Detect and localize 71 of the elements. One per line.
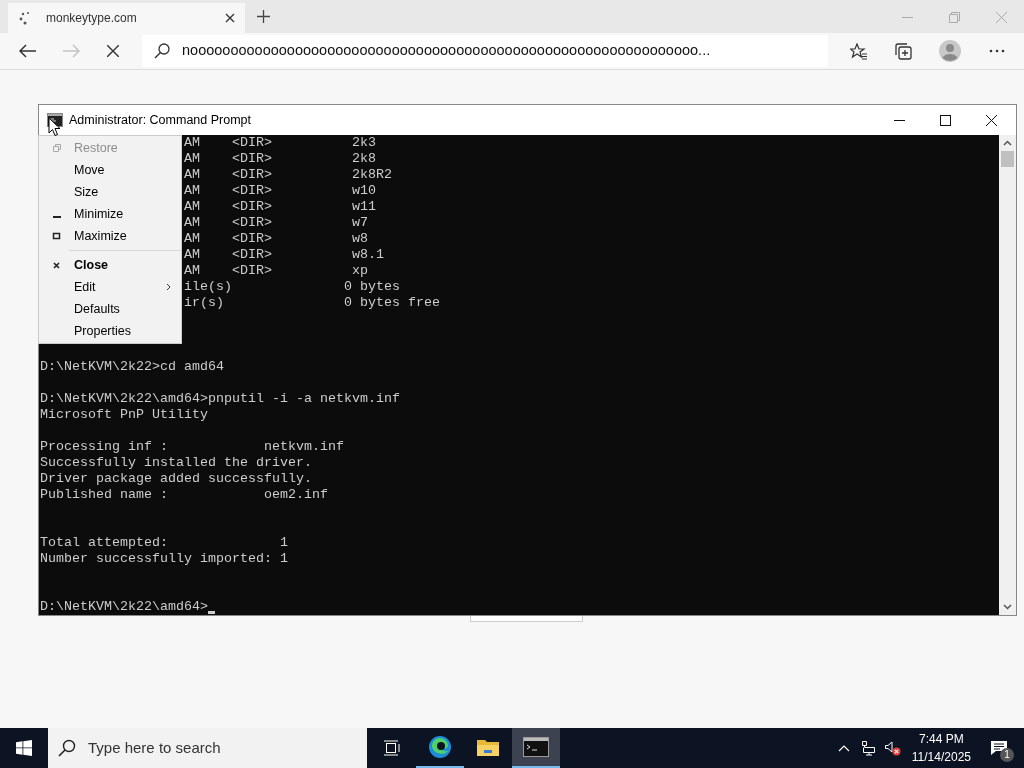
folder-icon xyxy=(476,738,500,758)
back-icon[interactable] xyxy=(19,44,37,58)
window-title: Administrator: Command Prompt xyxy=(69,111,251,129)
clock-time[interactable]: 7:44 PM xyxy=(919,730,964,748)
scroll-up-icon[interactable] xyxy=(1003,140,1012,146)
windows-start-icon[interactable] xyxy=(16,740,32,756)
mouse-pointer-icon xyxy=(48,117,61,137)
console-line: AM <DIR> w11 xyxy=(184,199,376,215)
console-line: Driver package added successfully. xyxy=(40,471,312,487)
menu-item[interactable]: Defaults xyxy=(39,298,181,320)
taskbar-app-button[interactable] xyxy=(512,728,560,768)
task-view-icon xyxy=(383,740,401,756)
console-line: Microsoft PnP Utility xyxy=(40,407,208,423)
scrollbar[interactable] xyxy=(999,135,1016,615)
console-line: Number successfully imported: 1 xyxy=(40,551,288,567)
console-line: D:\NetKVM\2k22>cd amd64 xyxy=(40,359,224,375)
scroll-down-icon[interactable] xyxy=(1003,604,1012,610)
search-icon xyxy=(154,43,170,59)
menu-item[interactable]: Maximize xyxy=(39,225,181,247)
search-placeholder: Type here to search xyxy=(88,737,221,758)
clock-date[interactable]: 11/14/2025 xyxy=(911,748,971,766)
profile-avatar-icon[interactable] xyxy=(939,40,961,62)
console-line: AM <DIR> w8.1 xyxy=(184,247,384,263)
console-line: AM <DIR> 2k8R2 xyxy=(184,167,392,183)
menu-item[interactable]: Edit xyxy=(39,276,181,298)
console-line: AM <DIR> w7 xyxy=(184,215,368,231)
favorites-icon[interactable] xyxy=(850,42,868,60)
console-line: Total attempted: 1 xyxy=(40,535,288,551)
menu-item[interactable]: Properties xyxy=(39,320,181,342)
tab-title: monkeytype.com xyxy=(46,10,138,27)
notification-button[interactable]: 1 xyxy=(984,733,1014,763)
maximize-icon[interactable] xyxy=(940,114,951,126)
menu-item[interactable]: Close xyxy=(39,254,181,276)
chevron-up-icon[interactable] xyxy=(837,744,850,752)
console-line: AM <DIR> 2k3 xyxy=(184,135,376,151)
command-prompt-icon xyxy=(523,737,549,757)
minimize-icon[interactable] xyxy=(894,119,905,121)
console-line: AM <DIR> 2k8 xyxy=(184,151,376,167)
menu-item[interactable]: Move xyxy=(39,159,181,181)
search-icon xyxy=(58,739,76,757)
minimize-icon xyxy=(52,216,61,218)
console-line: D:\NetKVM\2k22\amd64>pnputil -i -a netkvm.inf xyxy=(40,391,400,407)
scrollbar-thumb[interactable] xyxy=(1001,151,1014,167)
console-line: Published name : oem2.inf xyxy=(40,487,328,503)
address-bar[interactable]: nooooooooooooooooooooooooooooooooooooooooooooooooooooooooooooooo... xyxy=(142,35,828,67)
console-line: AM <DIR> xp xyxy=(184,263,368,279)
notification-count: 1 xyxy=(1000,748,1014,762)
collections-icon[interactable] xyxy=(895,42,912,60)
network-icon[interactable] xyxy=(859,740,876,756)
more-options-icon[interactable] xyxy=(989,49,1005,53)
speaker-muted-icon[interactable] xyxy=(883,740,902,756)
close-icon[interactable] xyxy=(986,114,997,126)
close-icon[interactable] xyxy=(225,13,235,23)
console-line: AM <DIR> w8 xyxy=(184,231,368,247)
close-icon xyxy=(52,260,61,270)
taskbar-search-field[interactable]: Type here to search xyxy=(48,728,367,768)
console-line: D:\NetKVM\2k22\amd64> xyxy=(40,599,208,615)
browser-tab[interactable]: monkeytype.com xyxy=(8,3,245,33)
console-line: ile(s) 0 bytes xyxy=(184,279,400,295)
restore-icon xyxy=(52,143,61,153)
stop-icon[interactable] xyxy=(107,45,119,57)
new-tab-icon[interactable] xyxy=(257,10,270,23)
console-line: AM <DIR> w10 xyxy=(184,183,376,199)
menu-item[interactable]: Size xyxy=(39,181,181,203)
console-line: ir(s) 0 bytes free xyxy=(184,295,440,311)
console-line: Successfully installed the driver. xyxy=(40,455,312,471)
maximize-icon xyxy=(52,231,61,241)
console-line: Processing inf : netkvm.inf xyxy=(40,439,344,455)
address-text: nooooooooooooooooooooooooooooooooooooooooooooooooooooooooooooooo... xyxy=(182,41,711,61)
menu-item[interactable]: Minimize xyxy=(39,203,181,225)
edge-browser-icon xyxy=(428,735,452,759)
